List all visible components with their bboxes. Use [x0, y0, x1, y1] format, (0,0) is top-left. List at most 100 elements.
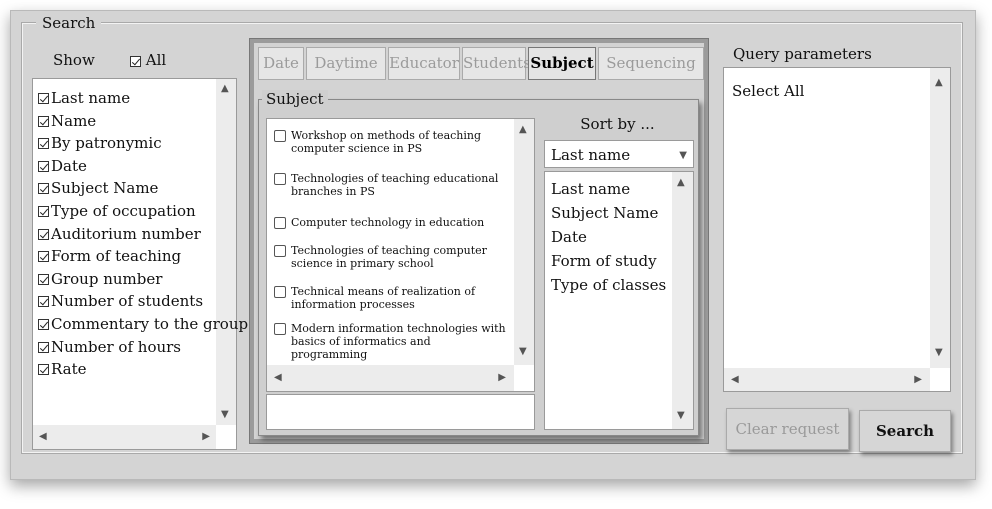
tab-educator[interactable]: Educator	[388, 47, 460, 80]
tab-sequencing[interactable]: Sequencing	[598, 47, 704, 80]
field-label: Form of teaching	[51, 247, 182, 266]
subject-item[interactable]: Technologies of teaching educational bra…	[274, 172, 510, 198]
subject-item[interactable]: Modern information technologies with bas…	[274, 322, 510, 361]
subject-item[interactable]: Workshop on methods of teaching computer…	[274, 129, 510, 155]
subject-checkbox[interactable]	[274, 173, 286, 185]
field-checkbox[interactable]	[38, 138, 49, 150]
sort-dropdown[interactable]: Last name ▼	[544, 140, 694, 168]
subject-label: Workshop on methods of teaching computer…	[291, 129, 482, 155]
sort-option[interactable]: Last name	[551, 181, 630, 197]
field-item[interactable]: Subject Name	[38, 180, 158, 196]
field-item[interactable]: Commentary to the group	[38, 316, 248, 332]
sort-by-header: Sort by ...	[580, 115, 655, 133]
subject-list-vscrollbar[interactable]: ▲ ▼	[514, 119, 534, 365]
field-checkbox[interactable]	[38, 206, 49, 217]
tab-daytime[interactable]: Daytime	[306, 47, 386, 80]
field-item[interactable]: Group number	[38, 271, 162, 287]
subject-legend: Subject	[262, 90, 328, 108]
scroll-right-icon[interactable]: ▶	[498, 373, 506, 383]
scroll-left-icon[interactable]: ◀	[731, 375, 739, 385]
field-item[interactable]: Form of teaching	[38, 248, 181, 264]
field-checkbox[interactable]	[38, 115, 49, 127]
subject-item[interactable]: Computer technology in education	[274, 216, 510, 229]
chevron-down-icon[interactable]: ▼	[679, 151, 687, 161]
field-checkbox[interactable]	[38, 341, 49, 353]
subject-checkbox[interactable]	[274, 323, 286, 335]
field-checkbox[interactable]	[38, 228, 49, 240]
field-item[interactable]: Date	[38, 158, 87, 174]
subject-checkbox[interactable]	[274, 217, 286, 229]
scroll-down-icon[interactable]: ▼	[519, 347, 527, 357]
field-label: Date	[51, 156, 87, 175]
search-button[interactable]: Search	[859, 410, 951, 452]
scroll-down-icon[interactable]: ▼	[935, 348, 943, 358]
field-item[interactable]: Last name	[38, 90, 130, 106]
field-checkbox[interactable]	[38, 251, 49, 263]
field-item[interactable]: Rate	[38, 361, 87, 377]
scroll-up-icon[interactable]: ▲	[677, 178, 685, 188]
scroll-right-icon[interactable]: ▶	[202, 432, 210, 442]
query-vscrollbar[interactable]: ▲ ▼	[930, 68, 950, 368]
query-textarea[interactable]: Select All	[723, 67, 951, 392]
field-item[interactable]: Type of occupation	[38, 203, 196, 219]
field-item[interactable]: Name	[38, 113, 96, 129]
subject-checkbox[interactable]	[274, 286, 286, 298]
subject-checkbox[interactable]	[274, 245, 286, 257]
query-text: Select All	[732, 82, 805, 100]
scroll-up-icon[interactable]: ▲	[221, 84, 229, 94]
field-checkbox[interactable]	[38, 296, 49, 308]
subject-label: Modern information technologies with bas…	[291, 322, 506, 361]
all-toggle[interactable]: All	[130, 51, 166, 69]
subject-label: Technical means of realization of inform…	[291, 285, 476, 311]
field-label: Auditorium number	[51, 224, 201, 243]
subject-checkbox[interactable]	[274, 130, 286, 142]
sort-option[interactable]: Form of study	[551, 253, 657, 269]
field-label: Number of hours	[51, 337, 181, 356]
tab-students[interactable]: Students	[462, 47, 531, 80]
scroll-up-icon[interactable]: ▲	[935, 78, 943, 88]
scroll-right-icon[interactable]: ▶	[914, 375, 922, 385]
field-label: Rate	[51, 360, 87, 379]
fields-list-hscrollbar[interactable]: ◀ ▶	[33, 425, 216, 449]
subject-item[interactable]: Technologies of teaching computer scienc…	[274, 244, 510, 270]
field-item[interactable]: By patronymic	[38, 135, 162, 151]
field-checkbox[interactable]	[38, 319, 49, 330]
fields-list-vscrollbar[interactable]: ▲ ▼	[216, 79, 236, 425]
show-label: Show	[53, 51, 95, 69]
scroll-down-icon[interactable]: ▼	[221, 410, 229, 420]
sort-option[interactable]: Subject Name	[551, 205, 658, 221]
tab-subject[interactable]: Subject	[528, 47, 596, 80]
field-checkbox[interactable]	[38, 364, 49, 376]
scroll-left-icon[interactable]: ◀	[39, 432, 47, 442]
query-hscrollbar[interactable]: ◀ ▶	[724, 368, 930, 391]
scroll-down-icon[interactable]: ▼	[677, 411, 685, 421]
all-checkbox[interactable]	[130, 55, 141, 67]
subject-label: Technologies of teaching educational bra…	[291, 172, 499, 198]
field-item[interactable]: Auditorium number	[38, 226, 201, 242]
field-label: Subject Name	[51, 179, 159, 198]
subject-list-hscrollbar[interactable]: ◀ ▶	[267, 365, 514, 391]
field-label: Name	[51, 111, 97, 130]
field-checkbox[interactable]	[38, 273, 49, 285]
all-label: All	[145, 51, 167, 69]
clear-request-button[interactable]: Clear request	[726, 408, 849, 450]
field-item[interactable]: Number of students	[38, 293, 203, 309]
sort-option[interactable]: Date	[551, 229, 587, 245]
tab-date[interactable]: Date	[258, 47, 304, 80]
field-item[interactable]: Number of hours	[38, 339, 181, 355]
subject-item[interactable]: Technical means of realization of inform…	[274, 285, 510, 311]
subject-search-input[interactable]	[266, 394, 535, 430]
subject-label: Computer technology in education	[291, 216, 485, 229]
field-checkbox[interactable]	[38, 183, 49, 195]
field-label: Type of occupation	[51, 202, 196, 220]
sort-selected-value: Last name	[551, 146, 631, 164]
field-checkbox[interactable]	[38, 93, 49, 104]
scroll-left-icon[interactable]: ◀	[274, 373, 282, 383]
sort-list-vscrollbar[interactable]: ▲ ▼	[672, 172, 693, 429]
sort-option[interactable]: Type of classes	[551, 277, 666, 293]
field-label: Last name	[51, 89, 131, 107]
field-label: By patronymic	[51, 134, 162, 153]
scroll-up-icon[interactable]: ▲	[519, 125, 527, 135]
search-legend: Search	[36, 14, 102, 32]
field-checkbox[interactable]	[38, 160, 49, 172]
